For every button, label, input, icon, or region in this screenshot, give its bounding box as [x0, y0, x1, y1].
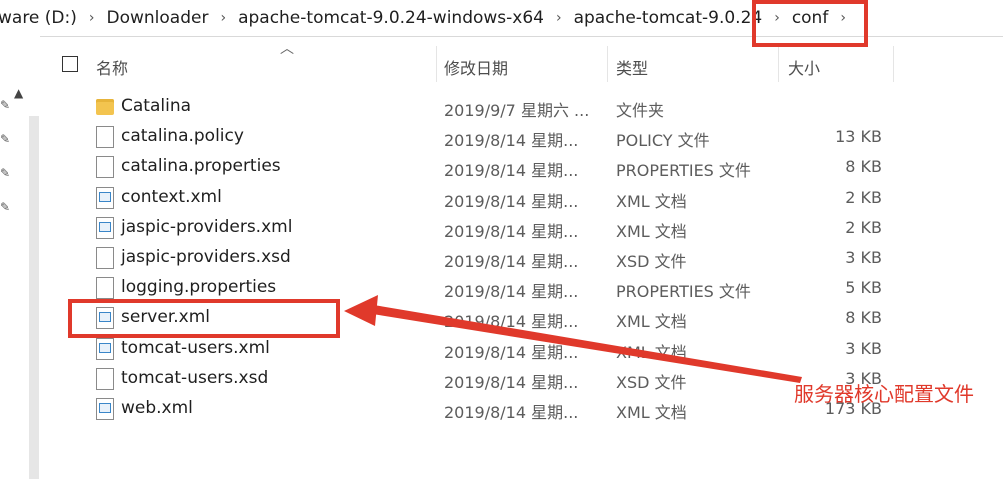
file-date: 2019/8/14 星期...	[444, 161, 579, 181]
file-type: XML 文档	[616, 191, 687, 211]
file-date: 2019/8/14 星期...	[444, 372, 579, 392]
column-divider[interactable]	[607, 46, 608, 82]
file-type: XML 文档	[616, 312, 687, 332]
scroll-up-icon[interactable]: ▲	[14, 86, 23, 100]
file-name: context.xml	[121, 186, 222, 207]
folder-icon	[96, 99, 114, 115]
file-date: 2019/8/14 星期...	[444, 131, 579, 151]
file-icon	[96, 156, 114, 179]
file-date: 2019/8/14 星期...	[444, 282, 579, 302]
pin-icon[interactable]: ✎	[0, 200, 10, 214]
navigation-pane[interactable]: ▲ ✎ ✎ ✎ ✎	[0, 36, 40, 479]
file-type: XSD 文件	[616, 251, 687, 271]
column-name-header[interactable]: 名称	[96, 55, 128, 79]
file-size: 2 KB	[845, 187, 882, 207]
chevron-right-icon[interactable]: ›	[81, 10, 103, 26]
file-type: 文件夹	[616, 101, 665, 120]
file-row[interactable]: context.xml 2019/8/14 星期... XML 文档 2 KB	[40, 183, 1003, 213]
breadcrumb-drive[interactable]: ware (D:)	[0, 8, 81, 28]
file-name: logging.properties	[121, 277, 277, 298]
file-size: 8 KB	[845, 308, 882, 328]
file-name: tomcat-users.xml	[121, 337, 270, 358]
chevron-right-icon[interactable]: ›	[548, 10, 570, 26]
highlight-box-server-xml	[68, 299, 340, 338]
file-name: tomcat-users.xsd	[121, 367, 269, 388]
pin-icon[interactable]: ✎	[0, 166, 10, 180]
file-row[interactable]: catalina.properties 2019/8/14 星期... PROP…	[40, 152, 1003, 182]
file-type: XML 文档	[616, 402, 687, 422]
pin-icon[interactable]: ✎	[0, 132, 10, 146]
file-date: 2019/9/7 星期六 ...	[444, 101, 590, 120]
file-name: jaspic-providers.xsd	[121, 246, 291, 267]
file-type: XML 文档	[616, 221, 687, 241]
annotation-label: 服务器核心配置文件	[794, 382, 974, 406]
select-all-checkbox[interactable]	[62, 56, 78, 72]
file-size: 2 KB	[845, 217, 882, 237]
xml-file-icon	[96, 216, 114, 239]
column-size-header[interactable]: 大小	[788, 55, 820, 79]
breadcrumb-tomcat-windows[interactable]: apache-tomcat-9.0.24-windows-x64	[234, 8, 548, 28]
xml-file-icon	[96, 337, 114, 360]
file-name: Catalina	[121, 96, 192, 116]
file-size: 13 KB	[835, 127, 882, 147]
file-date: 2019/8/14 星期...	[444, 221, 579, 241]
file-row[interactable]: jaspic-providers.xml 2019/8/14 星期... XML…	[40, 213, 1003, 243]
file-type: XML 文档	[616, 342, 687, 362]
file-icon	[96, 246, 114, 269]
file-date: 2019/8/14 星期...	[444, 312, 579, 332]
file-size: 3 KB	[845, 247, 882, 267]
file-row[interactable]: catalina.policy 2019/8/14 星期... POLICY 文…	[40, 122, 1003, 152]
file-icon	[96, 277, 114, 300]
column-divider[interactable]	[436, 46, 437, 82]
file-date: 2019/8/14 星期...	[444, 191, 579, 211]
sort-ascending-icon: ︿	[280, 41, 294, 57]
column-divider[interactable]	[893, 46, 894, 82]
file-name: catalina.properties	[121, 156, 281, 177]
file-row[interactable]: jaspic-providers.xsd 2019/8/14 星期... XSD…	[40, 243, 1003, 273]
xml-file-icon	[96, 397, 114, 420]
breadcrumb-downloader[interactable]: Downloader	[103, 8, 213, 28]
file-name: catalina.policy	[121, 126, 244, 147]
file-list: Catalina 2019/9/7 星期六 ... 文件夹 catalina.p…	[40, 92, 1003, 424]
file-type: PROPERTIES 文件	[616, 161, 751, 181]
file-size: 8 KB	[845, 157, 882, 177]
highlight-box-conf	[752, 0, 868, 47]
file-date: 2019/8/14 星期...	[444, 342, 579, 362]
file-icon	[96, 367, 114, 390]
file-date: 2019/8/14 星期...	[444, 251, 579, 271]
file-size: 5 KB	[845, 278, 882, 298]
file-row[interactable]: Catalina 2019/9/7 星期六 ... 文件夹	[40, 92, 1003, 122]
xml-file-icon	[96, 186, 114, 209]
column-type-header[interactable]: 类型	[616, 55, 648, 79]
chevron-right-icon[interactable]: ›	[212, 10, 234, 26]
nav-scrollbar[interactable]	[29, 116, 39, 479]
file-type: XSD 文件	[616, 372, 687, 392]
file-size: 3 KB	[845, 338, 882, 358]
file-icon	[96, 126, 114, 149]
column-date-header[interactable]: 修改日期	[444, 55, 508, 79]
file-name: web.xml	[121, 397, 193, 418]
pin-icon[interactable]: ✎	[0, 98, 10, 112]
breadcrumb-tomcat[interactable]: apache-tomcat-9.0.24	[570, 8, 767, 28]
file-row[interactable]: tomcat-users.xml 2019/8/14 星期... XML 文档 …	[40, 334, 1003, 364]
file-name: jaspic-providers.xml	[121, 216, 293, 237]
file-type: PROPERTIES 文件	[616, 282, 751, 302]
column-divider[interactable]	[778, 46, 779, 82]
file-date: 2019/8/14 星期...	[444, 402, 579, 422]
file-type: POLICY 文件	[616, 131, 710, 151]
